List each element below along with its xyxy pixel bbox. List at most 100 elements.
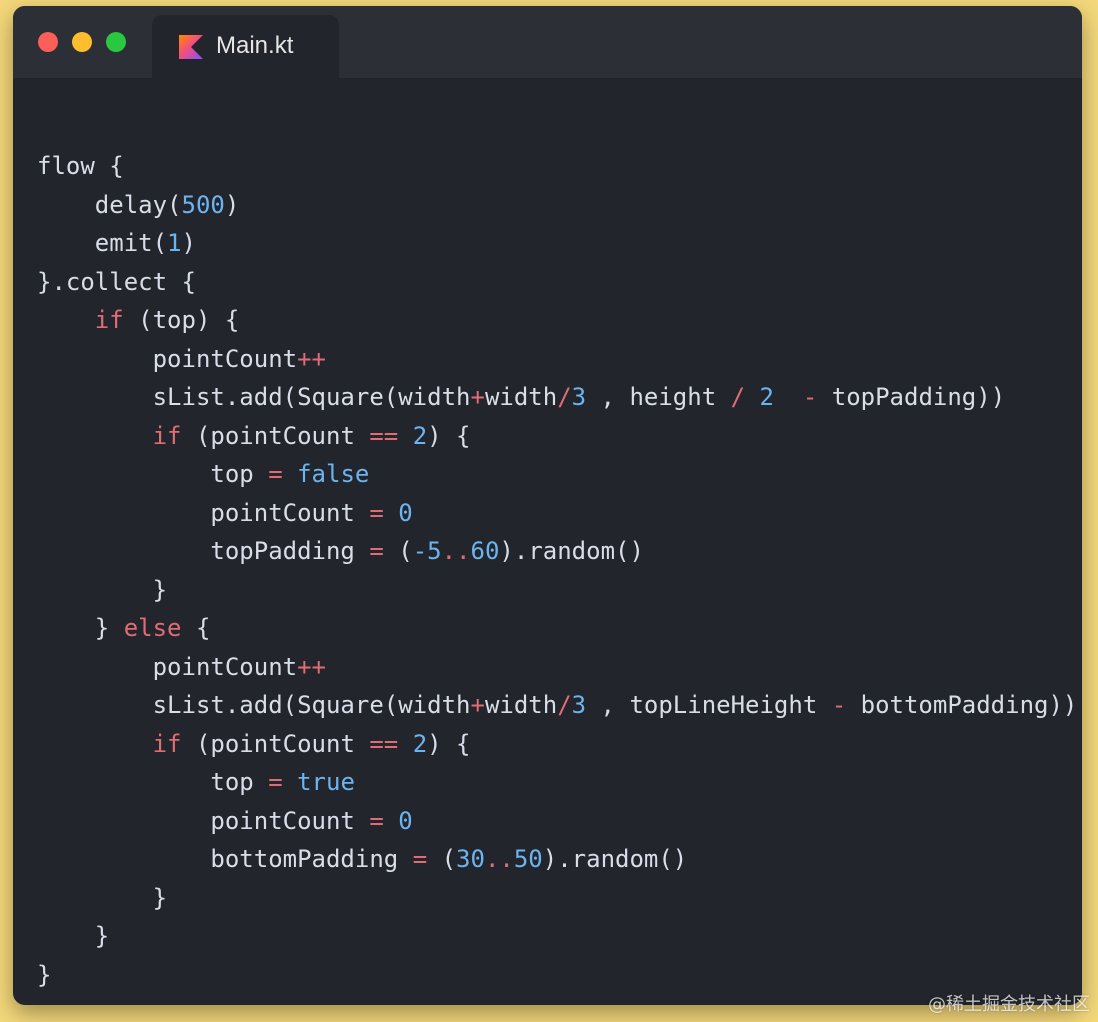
- code-window: Main.kt flow { delay( 50 0) emit(1) }.colle…: [13, 6, 1082, 1005]
- code-editor: flow { delay( 50 0) emit(1) }.collect { if …: [37, 147, 1077, 994]
- code-token: , height: [586, 383, 731, 411]
- code-token: pointCount: [37, 652, 298, 681]
- code-line: }: [37, 879, 1077, 918]
- code-token: if: [94, 306, 124, 334]
- code-token: =: [369, 537, 384, 565]
- code-token: width: [484, 691, 558, 719]
- code-token: 30: [456, 845, 485, 873]
- code-token: top: [37, 768, 269, 796]
- code-line: bottomPadding = (30..50).random(): [37, 840, 1077, 879]
- code-token: +: [470, 691, 485, 719]
- code-token: {: [181, 614, 211, 642]
- code-token: width: [484, 383, 558, 411]
- code-token: , topLineHeight: [586, 691, 832, 719]
- code-token: -5: [412, 537, 442, 565]
- code-token: +: [470, 383, 485, 411]
- code-token: if: [152, 729, 182, 758]
- code-token: 0: [398, 498, 413, 527]
- code-token: ): [224, 190, 240, 219]
- code-token: bottomPadding: [37, 845, 413, 873]
- code-token: ..: [441, 537, 471, 565]
- code-token: }: [37, 575, 168, 604]
- code-line: top = false: [37, 455, 1077, 494]
- code-token: }: [37, 922, 110, 950]
- code-token: 2: [759, 383, 774, 411]
- code-line: pointCount++: [37, 340, 1077, 379]
- code-token: =: [268, 768, 283, 796]
- code-token: /: [730, 383, 746, 411]
- tab-label: Main.kt: [216, 32, 294, 59]
- code-line: } else {: [37, 609, 1077, 648]
- code-token: else: [123, 614, 182, 642]
- watermark: @稀土掘金技术社区: [928, 994, 1090, 1015]
- code-token: true: [297, 768, 355, 796]
- code-token: top: [37, 460, 269, 488]
- tab-main-kt[interactable]: Main.kt: [152, 15, 339, 78]
- code-token: ==: [369, 421, 399, 450]
- code-line: }: [37, 956, 1077, 995]
- code-token: ): [181, 229, 196, 257]
- code-token: (: [383, 537, 413, 565]
- code-token: 0: [398, 806, 413, 835]
- code-token: ==: [369, 729, 399, 758]
- code-line: }.collect {: [37, 263, 1077, 302]
- code-line: if (pointCount == 2) {: [37, 417, 1077, 456]
- code-token: ++: [297, 344, 326, 373]
- code-token: pointCount: [37, 344, 298, 373]
- code-token: (: [427, 845, 457, 873]
- code-token: ).random(): [542, 845, 688, 873]
- minimize-icon[interactable]: [72, 32, 92, 52]
- code-line: emit(1): [37, 224, 1077, 263]
- code-line: pointCount = 0: [37, 494, 1077, 533]
- code-token: 3: [571, 691, 587, 719]
- code-token: delay(: [37, 190, 182, 219]
- code-token: if: [152, 421, 182, 450]
- code-token: (pointCount: [181, 421, 370, 450]
- code-token: 50: [513, 845, 543, 873]
- code-token: }: [37, 883, 168, 912]
- code-token: sList.add(Square(width: [37, 383, 471, 411]
- close-icon[interactable]: [38, 32, 58, 52]
- code-token: sList.add(Square(width: [37, 691, 471, 719]
- code-token: topPadding)): [817, 383, 1006, 411]
- code-token: -: [802, 383, 818, 411]
- code-token: -: [831, 691, 847, 719]
- code-token: 1: [167, 229, 182, 257]
- code-token: topPadding: [37, 537, 370, 565]
- code-token: flow {: [37, 152, 124, 180]
- code-token: =: [412, 845, 428, 873]
- window-titlebar: Main.kt: [13, 6, 1082, 78]
- code-line: topPadding = (-5..60).random(): [37, 532, 1077, 571]
- code-line: if (top) {: [37, 301, 1077, 340]
- code-token: emit(: [37, 229, 168, 257]
- code-token: /: [557, 691, 572, 719]
- code-token: 2: [412, 421, 428, 450]
- kotlin-icon: [179, 35, 203, 59]
- code-token: pointCount: [37, 806, 370, 835]
- code-token: =: [268, 460, 283, 488]
- code-token: /: [557, 383, 572, 411]
- zoom-icon[interactable]: [106, 32, 126, 52]
- code-token: ) {: [427, 729, 471, 758]
- code-token: pointCount: [37, 498, 370, 527]
- code-token: =: [369, 806, 384, 835]
- code-token: ++: [297, 652, 326, 681]
- code-token: }: [37, 614, 124, 642]
- code-token: }.collect {: [37, 267, 196, 296]
- code-token: false: [297, 460, 370, 488]
- code-token: bottomPadding)): [846, 691, 1078, 719]
- code-token: (pointCount: [181, 729, 370, 758]
- code-token: 2: [412, 729, 428, 758]
- code-token: }: [37, 960, 52, 989]
- code-token: =: [369, 498, 384, 527]
- code-line: }: [37, 917, 1077, 956]
- code-line: flow {: [37, 147, 1077, 186]
- code-line: sList.add(Square(width+width/3 , topLine…: [37, 686, 1078, 725]
